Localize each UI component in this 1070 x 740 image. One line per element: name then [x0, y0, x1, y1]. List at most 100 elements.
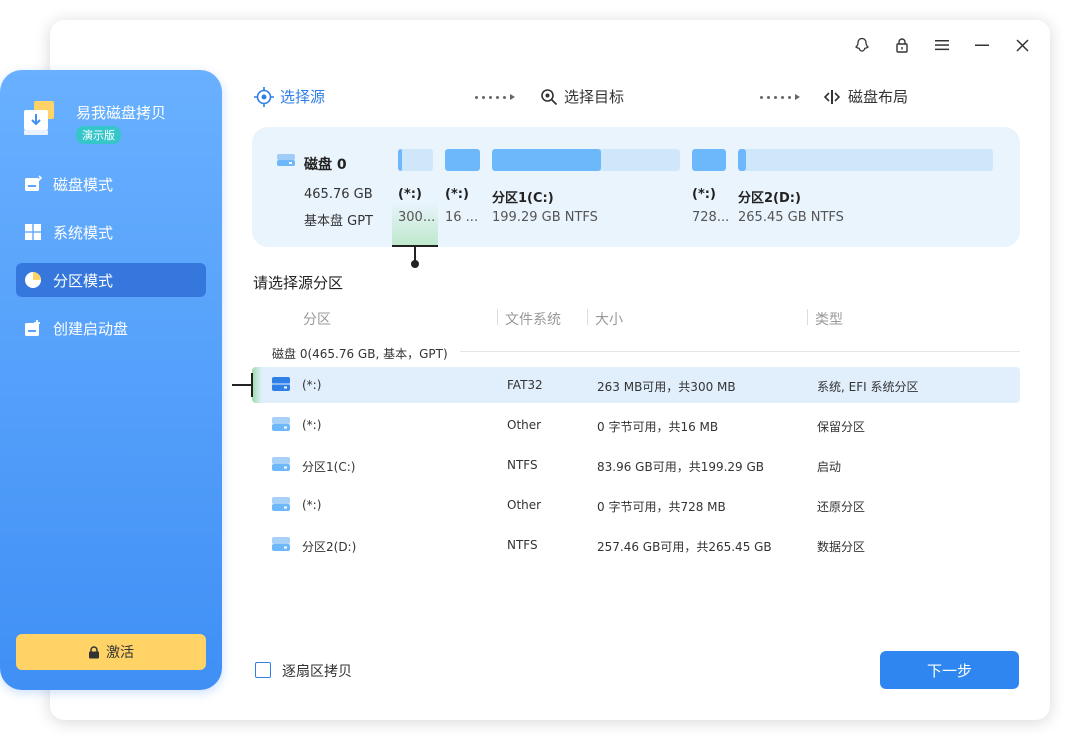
sidebar-item-partition-mode[interactable]: 分区模式 — [16, 263, 206, 297]
divider — [460, 351, 1020, 352]
hard-disk-icon — [272, 537, 290, 551]
partition-label: (*:) — [692, 187, 716, 202]
file-system: NTFS — [507, 458, 538, 472]
sidebar-item-label: 磁盘模式 — [53, 175, 114, 194]
app-logo-icon — [20, 98, 60, 138]
selection-marker — [252, 367, 262, 403]
skin-icon[interactable] — [850, 36, 874, 54]
table-row[interactable]: 分区1(C:) NTFS 83.96 GB可用，共199.29 GB 启动 — [252, 447, 1020, 483]
sector-copy-label[interactable]: 逐扇区拷贝 — [282, 661, 352, 681]
disk-group-label: 磁盘 0(465.76 GB, 基本，GPT) — [272, 347, 448, 361]
windows-icon — [23, 222, 43, 242]
partition-label: 分区1(C:) — [492, 191, 554, 206]
boot-disk-icon — [23, 318, 43, 338]
partition-type: 数据分区 — [817, 540, 866, 554]
partition-size: 0 字节可用，共16 MB — [597, 420, 719, 434]
column-header: 大小 — [595, 312, 623, 328]
step-disk-layout: 磁盘布局 — [822, 86, 908, 107]
target-icon — [254, 86, 274, 107]
partition-name: (*:) — [302, 378, 322, 392]
partition-info: 300... — [398, 210, 436, 225]
sector-copy-checkbox[interactable] — [255, 662, 271, 678]
column-divider — [587, 309, 588, 325]
file-system: Other — [507, 418, 542, 432]
table-row[interactable]: 分区2(D:) NTFS 257.46 GB可用，共265.45 GB 数据分区 — [252, 527, 1020, 563]
sidebar-item-label: 创建启动盘 — [53, 319, 129, 338]
sidebar-item-label: 分区模式 — [53, 271, 114, 290]
table-row[interactable]: (*:) Other 0 字节可用，共728 MB 还原分区 — [252, 487, 1020, 523]
partition-info: 199.29 GB NTFS — [492, 210, 598, 225]
partition-label: 分区2(D:) — [738, 191, 801, 206]
hard-disk-icon — [272, 417, 290, 431]
disk-type: 基本盘 GPT — [304, 214, 373, 229]
sidebar-item-system-mode[interactable]: 系统模式 — [16, 215, 206, 249]
sidebar: 易我磁盘拷贝 演示版 磁盘模式 系统模式 分区模式 创建启动盘 激活 — [0, 70, 222, 690]
column-divider — [807, 309, 808, 325]
partition-type: 系统, EFI 系统分区 — [817, 380, 919, 394]
partition-name: 分区1(C:) — [302, 460, 356, 474]
hard-disk-icon — [272, 497, 290, 511]
partition-size: 0 字节可用，共728 MB — [597, 500, 726, 514]
partition-type: 保留分区 — [817, 420, 866, 434]
partition-bar[interactable] — [692, 149, 726, 171]
partition-bar[interactable] — [492, 149, 680, 171]
section-title: 请选择源分区 — [253, 274, 344, 292]
selection-marker — [251, 373, 253, 397]
partition-name: (*:) — [302, 498, 322, 512]
pie-chart-icon — [23, 270, 43, 290]
column-header: 类型 — [815, 312, 843, 328]
search-target-icon — [541, 88, 558, 105]
lock-icon[interactable] — [890, 36, 914, 54]
disk-mode-icon — [23, 174, 43, 194]
demo-badge: 演示版 — [76, 126, 121, 144]
partition-info: 728... — [692, 210, 730, 225]
partition-bar[interactable] — [398, 149, 433, 171]
partition-bar[interactable] — [445, 149, 480, 171]
column-header: 文件系统 — [505, 312, 561, 328]
partition-name: 分区2(D:) — [302, 540, 357, 554]
file-system: FAT32 — [507, 378, 543, 392]
selection-pointer — [411, 260, 419, 268]
table-row[interactable]: (*:) Other 0 字节可用，共16 MB 保留分区 — [252, 407, 1020, 443]
column-divider — [497, 309, 498, 325]
partition-size: 257.46 GB可用，共265.45 GB — [597, 540, 772, 554]
sidebar-item-label: 系统模式 — [53, 223, 114, 242]
disk-name: 磁盘 0 — [304, 157, 347, 173]
selection-marker — [232, 384, 252, 386]
partition-type: 启动 — [817, 460, 842, 474]
menu-icon[interactable] — [930, 36, 954, 54]
step-label: 磁盘布局 — [848, 88, 909, 106]
disk-size: 465.76 GB — [304, 187, 373, 202]
activate-button[interactable]: 激活 — [16, 634, 206, 670]
table-row[interactable]: (*:) FAT32 263 MB可用，共300 MB 系统, EFI 系统分区 — [252, 367, 1020, 403]
step-label: 选择目标 — [564, 88, 625, 106]
close-icon[interactable] — [1010, 36, 1034, 54]
partition-type: 还原分区 — [817, 500, 866, 514]
app-name: 易我磁盘拷贝 — [76, 104, 167, 122]
partition-info: 16 ... — [445, 210, 479, 225]
partition-bar[interactable] — [738, 149, 993, 171]
step-select-target: 选择目标 — [540, 86, 624, 107]
partition-info: 265.45 GB NTFS — [738, 210, 844, 225]
column-header: 分区 — [303, 312, 331, 328]
step-arrow — [760, 94, 800, 100]
activate-label: 激活 — [106, 645, 134, 661]
disk-map-card: 磁盘 0 465.76 GB 基本盘 GPT (*:) (*:) 分区1(C:)… — [252, 127, 1020, 247]
step-arrow — [475, 94, 515, 100]
sidebar-item-disk-mode[interactable]: 磁盘模式 — [16, 167, 206, 201]
lock-icon — [89, 645, 99, 658]
sidebar-item-create-boot-disk[interactable]: 创建启动盘 — [16, 311, 206, 345]
hard-disk-icon — [272, 377, 290, 391]
step-label: 选择源 — [280, 88, 326, 106]
partition-size: 263 MB可用，共300 MB — [597, 380, 736, 394]
hard-disk-icon — [277, 154, 295, 166]
file-system: NTFS — [507, 538, 538, 552]
minimize-icon[interactable] — [970, 36, 994, 54]
next-button[interactable]: 下一步 — [880, 651, 1019, 689]
hard-disk-icon — [272, 457, 290, 471]
file-system: Other — [507, 498, 542, 512]
step-select-source: 选择源 — [254, 86, 325, 107]
partition-size: 83.96 GB可用，共199.29 GB — [597, 460, 765, 474]
partition-name: (*:) — [302, 418, 322, 432]
partition-label: (*:) — [445, 187, 469, 202]
